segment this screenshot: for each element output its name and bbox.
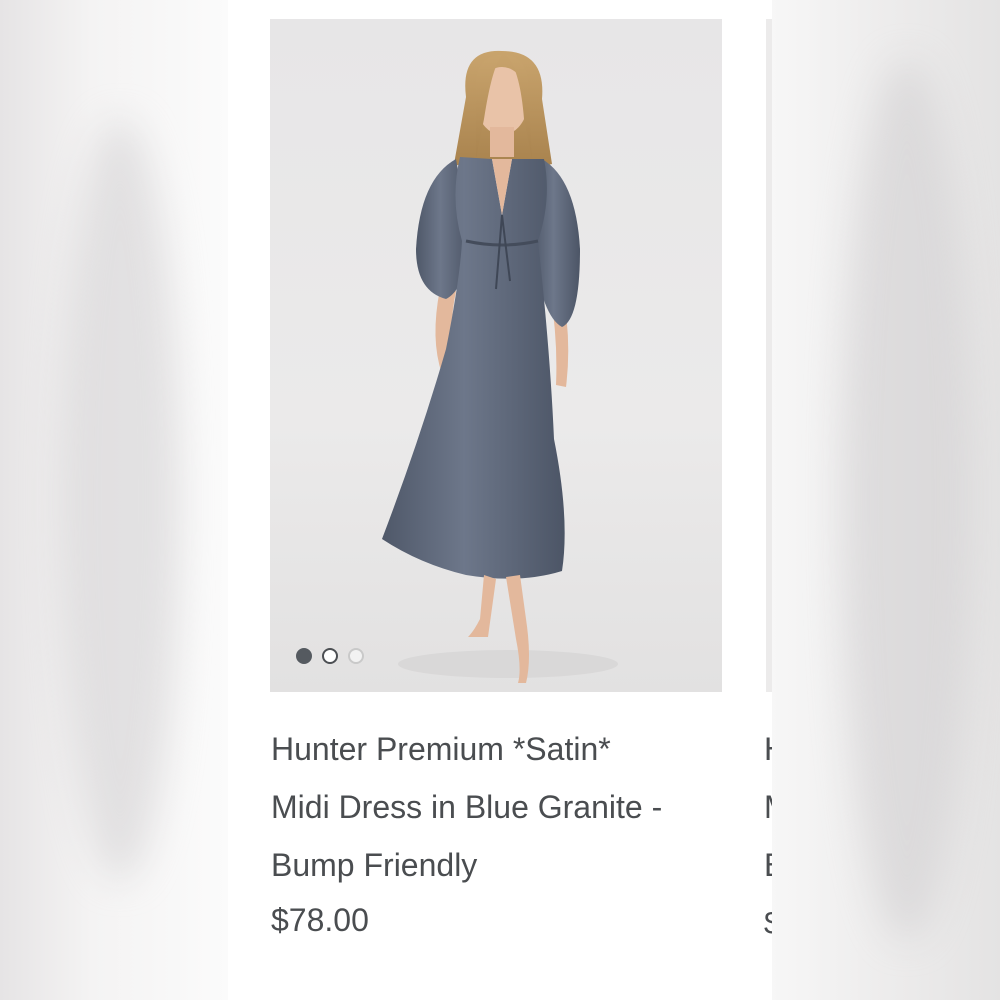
product-title-line-2: Midi Dress in Blue Granite - [271,789,663,825]
product-title[interactable]: Hunter Premium *Satin* Midi Dress in Blu… [271,720,741,894]
next-product-text-line-2: M [764,778,772,836]
carousel-indicator[interactable] [296,648,364,666]
carousel-dot-1[interactable] [296,648,312,664]
next-product-image[interactable] [766,19,772,692]
blurred-background-left [0,0,228,1000]
next-product-text-line-4: $ [764,894,772,952]
product-title-line-3: Bump Friendly [271,847,478,883]
product-image[interactable] [270,19,722,692]
blurred-background-right [772,0,1000,1000]
product-card[interactable]: Hunter Premium *Satin* Midi Dress in Blu… [228,0,772,1000]
carousel-dot-2[interactable] [322,648,338,664]
product-title-line-1: Hunter Premium *Satin* [271,731,611,767]
product-price: $78.00 [271,902,369,938]
dress-model-illustration [382,50,618,683]
carousel-dot-3[interactable] [348,648,364,664]
next-product-text-line-1: H [764,720,772,778]
next-product-text-line-3: B [764,836,772,894]
next-product-title[interactable]: H M B $ [764,720,772,952]
